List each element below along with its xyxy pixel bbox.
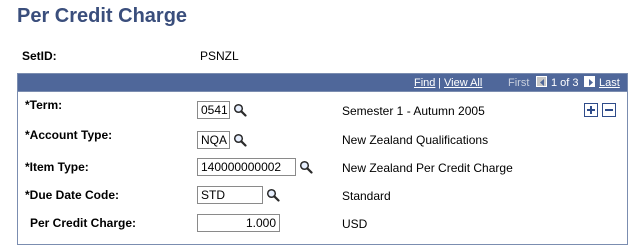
item-type-lookup-icon[interactable] [299, 160, 313, 174]
minus-icon [605, 109, 613, 111]
find-link[interactable]: Find [414, 77, 435, 89]
row-count: 1 of 3 [551, 77, 579, 89]
due-date-code-label: *Due Date Code: [25, 188, 120, 202]
account-type-description: New Zealand Qualifications [342, 133, 489, 147]
delete-row-button[interactable] [602, 103, 616, 117]
due-date-code-lookup-icon[interactable] [266, 188, 280, 202]
grid-header: Find | View All First 1 of 3 Last [18, 74, 627, 91]
first-link[interactable]: First [508, 77, 529, 89]
term-field[interactable]: 0541 [197, 101, 230, 119]
view-all-link[interactable]: View All [444, 77, 482, 89]
term-lookup-icon[interactable] [233, 103, 247, 117]
setid-label: SetID: [22, 49, 57, 63]
last-link[interactable]: Last [599, 77, 620, 89]
add-row-button[interactable] [584, 103, 598, 117]
grid-header-divider [18, 91, 627, 92]
due-date-code-field[interactable]: STD [197, 186, 263, 204]
account-type-label: *Account Type: [25, 128, 113, 142]
previous-row-button[interactable] [536, 76, 547, 87]
term-description: Semester 1 - Autumn 2005 [342, 104, 485, 118]
item-type-label: *Item Type: [25, 160, 89, 174]
item-type-description: New Zealand Per Credit Charge [342, 161, 513, 175]
left-arrow-icon [540, 79, 544, 86]
plus-icon [587, 106, 595, 114]
currency-code: USD [342, 217, 368, 231]
page-title: Per Credit Charge [17, 5, 188, 27]
per-credit-charge-field[interactable]: 1.000 [197, 214, 280, 232]
nav-separator: | [438, 77, 441, 89]
per-credit-charge-label: Per Credit Charge: [30, 216, 137, 230]
item-type-field[interactable]: 140000000002 [197, 158, 296, 176]
right-arrow-icon [589, 79, 593, 86]
account-type-field[interactable]: NQA [197, 131, 230, 149]
account-type-lookup-icon[interactable] [233, 133, 247, 147]
next-row-button[interactable] [584, 76, 595, 87]
due-date-code-description: Standard [342, 189, 391, 203]
setid-value: PSNZL [200, 49, 239, 63]
term-label: *Term: [25, 98, 63, 112]
